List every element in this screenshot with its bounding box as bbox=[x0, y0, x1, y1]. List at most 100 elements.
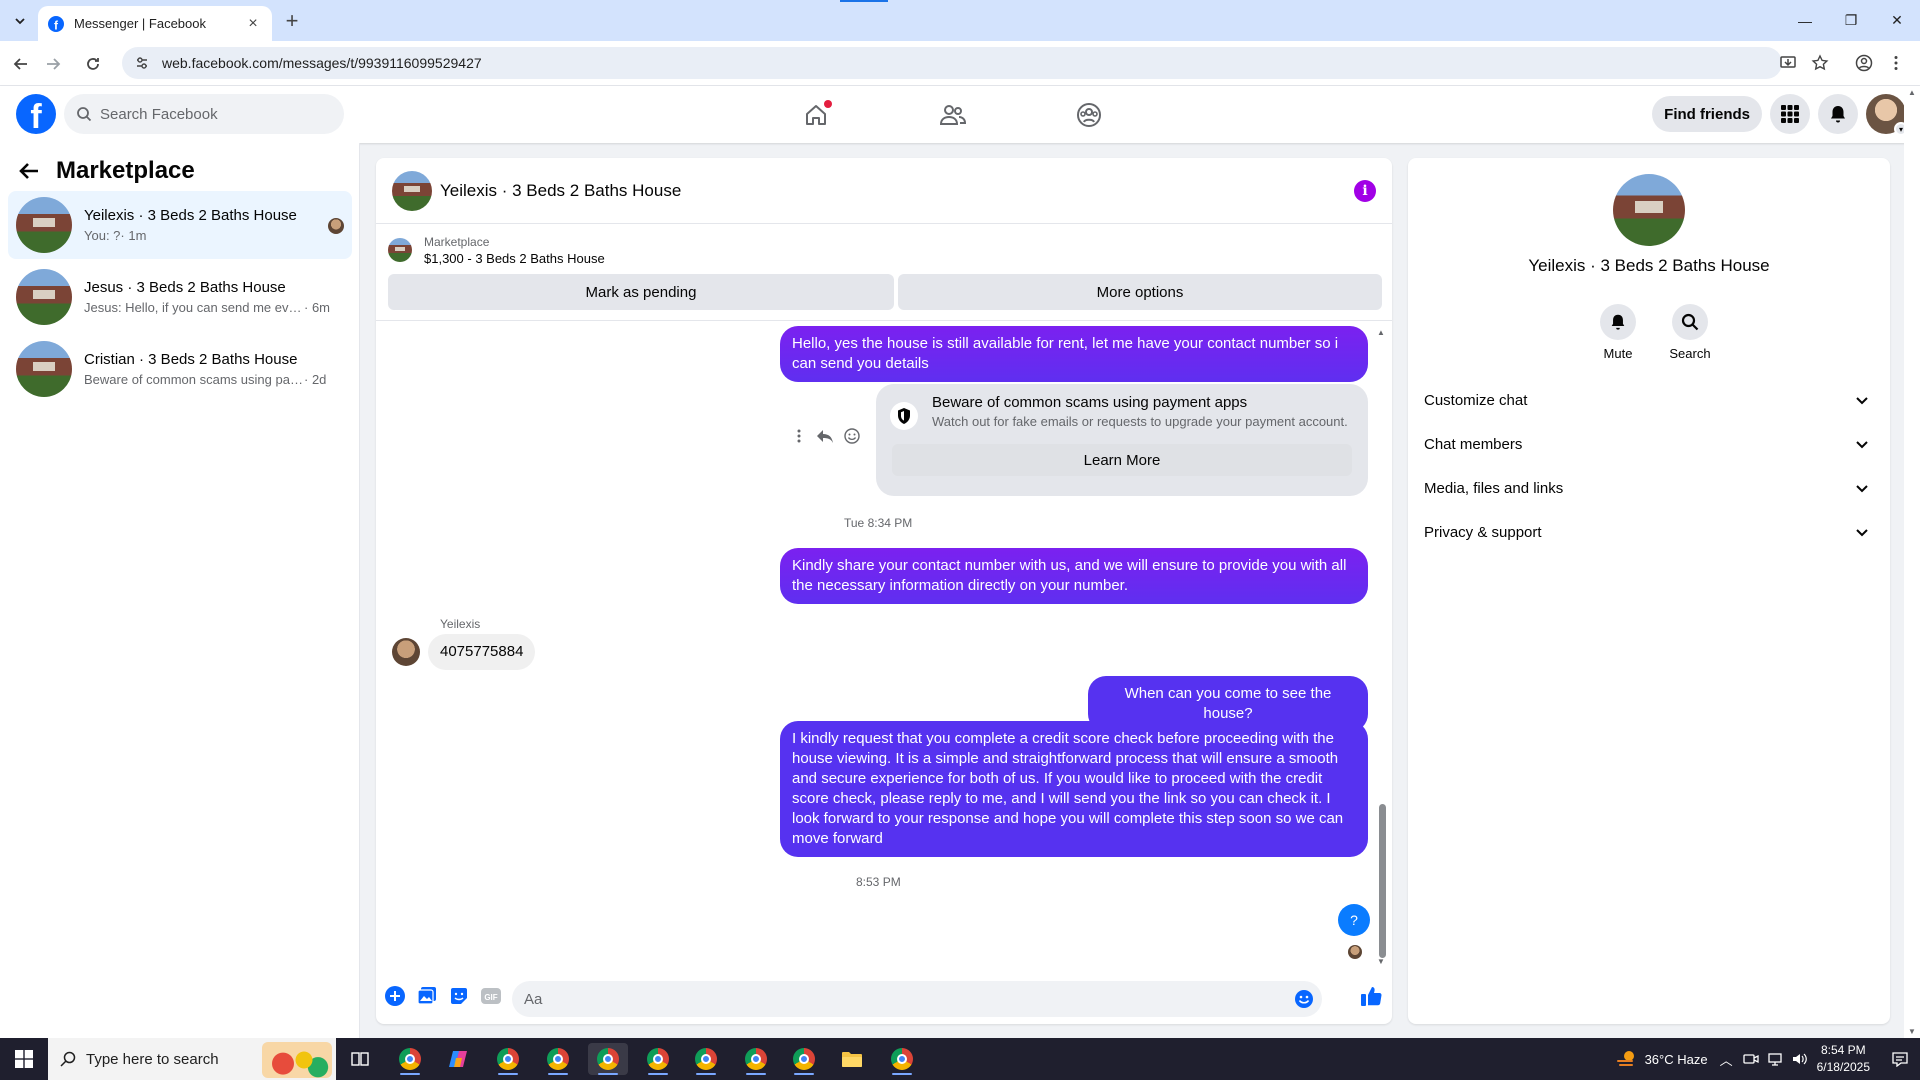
notifications-button[interactable] bbox=[1818, 94, 1858, 134]
listing-label: Marketplace bbox=[424, 234, 490, 249]
account-avatar[interactable]: ▾ bbox=[1866, 94, 1908, 136]
scroll-down-icon[interactable]: ▼ bbox=[1377, 957, 1385, 966]
facebook-header: f Find friends ▾ bbox=[0, 86, 1920, 143]
chat-panel: Yeilexis · 3 Beds 2 Baths House i Market… bbox=[376, 158, 1392, 1024]
thumbs-up-icon[interactable] bbox=[1360, 985, 1382, 1007]
chat-thumbnail[interactable] bbox=[392, 170, 432, 211]
chrome-taskbar-icon[interactable] bbox=[882, 1043, 922, 1075]
emoji-icon[interactable] bbox=[1294, 989, 1314, 1009]
accordion-chat-members[interactable]: Chat members bbox=[1416, 424, 1882, 464]
conversation-item[interactable]: Cristian · 3 Beds 2 Baths House Beware o… bbox=[8, 335, 352, 403]
copilot-icon[interactable] bbox=[438, 1043, 478, 1075]
accordion-media-files-links[interactable]: Media, files and links bbox=[1416, 468, 1882, 508]
reply-icon[interactable] bbox=[816, 428, 834, 444]
minimize-icon[interactable]: — bbox=[1782, 0, 1828, 41]
taskbar-search[interactable]: Type here to search bbox=[48, 1038, 336, 1080]
clock[interactable]: 8:54 PM 6/18/2025 bbox=[1817, 1042, 1870, 1076]
back-arrow-icon[interactable] bbox=[18, 160, 40, 182]
new-tab-button[interactable]: + bbox=[280, 8, 304, 33]
scroll-down-icon[interactable]: ▼ bbox=[1908, 1027, 1916, 1036]
scroll-up-icon[interactable]: ▲ bbox=[1377, 328, 1385, 337]
close-tab-icon[interactable]: × bbox=[244, 15, 262, 33]
outgoing-message[interactable]: Hello, yes the house is still available … bbox=[780, 326, 1368, 382]
network-icon[interactable] bbox=[1767, 1051, 1783, 1067]
facebook-search[interactable] bbox=[64, 94, 344, 134]
chat-scrollbar[interactable]: ▲ ▼ bbox=[1376, 328, 1388, 966]
incoming-message[interactable]: 4075775884 bbox=[428, 634, 536, 670]
forward-icon[interactable] bbox=[40, 51, 66, 77]
info-icon[interactable]: i bbox=[1354, 180, 1376, 202]
address-bar[interactable]: web.facebook.com/messages/t/993911609952… bbox=[122, 47, 1782, 79]
page-scrollbar[interactable]: ▲ ▼ bbox=[1904, 86, 1920, 1038]
file-explorer-icon[interactable] bbox=[832, 1043, 872, 1075]
photo-icon[interactable] bbox=[416, 985, 438, 1007]
accordion-customize-chat[interactable]: Customize chat bbox=[1416, 380, 1882, 420]
conversation-name: Cristian · 3 Beds 2 Baths House bbox=[84, 351, 298, 368]
chrome-taskbar-icon[interactable] bbox=[638, 1043, 678, 1075]
reload-icon[interactable] bbox=[80, 51, 106, 77]
conversation-item[interactable]: Jesus · 3 Beds 2 Baths House Jesus: Hell… bbox=[8, 263, 352, 331]
show-hidden-icons[interactable]: ︿ bbox=[1720, 1050, 1733, 1069]
mute-button[interactable]: Mute bbox=[1588, 304, 1648, 361]
mark-as-pending-button[interactable]: Mark as pending bbox=[388, 274, 894, 310]
conversation-preview: You: ? bbox=[84, 228, 121, 243]
chrome-taskbar-icon[interactable] bbox=[488, 1043, 528, 1075]
marketplace-listing[interactable]: Marketplace $1,300 - 3 Beds 2 Baths Hous… bbox=[386, 230, 1382, 270]
back-icon[interactable] bbox=[8, 51, 34, 77]
chrome-taskbar-icon[interactable] bbox=[736, 1043, 776, 1075]
sender-avatar[interactable] bbox=[392, 638, 420, 666]
restore-icon[interactable]: ❐ bbox=[1828, 0, 1874, 41]
menu-grid-button[interactable] bbox=[1770, 94, 1810, 134]
bookmark-star-icon[interactable] bbox=[1804, 47, 1836, 79]
profile-icon[interactable] bbox=[1848, 47, 1880, 79]
chrome-taskbar-icon[interactable] bbox=[538, 1043, 578, 1075]
scroll-up-icon[interactable]: ▲ bbox=[1908, 88, 1916, 97]
weather-text[interactable]: 36°C Haze bbox=[1645, 1052, 1708, 1067]
accordion-privacy-support[interactable]: Privacy & support bbox=[1416, 512, 1882, 552]
notification-center-icon[interactable] bbox=[1880, 1038, 1920, 1080]
browser-tab[interactable]: f Messenger | Facebook × bbox=[38, 6, 272, 41]
outgoing-message[interactable]: ? bbox=[1338, 904, 1370, 936]
more-vertical-icon[interactable] bbox=[792, 428, 806, 444]
scrollbar-thumb[interactable] bbox=[1379, 804, 1386, 958]
chrome-taskbar-icon[interactable] bbox=[784, 1043, 824, 1075]
react-smiley-icon[interactable] bbox=[844, 428, 860, 444]
info-title: Yeilexis · 3 Beds 2 Baths House bbox=[1528, 256, 1770, 275]
more-options-button[interactable]: More options bbox=[898, 274, 1382, 310]
nav-groups[interactable] bbox=[1033, 86, 1145, 143]
sender-name: Yeilexis bbox=[440, 617, 481, 631]
groups-icon bbox=[1077, 102, 1101, 127]
site-info-icon[interactable] bbox=[134, 55, 150, 71]
search-label: Search bbox=[1669, 346, 1711, 361]
learn-more-button[interactable]: Learn More bbox=[892, 444, 1352, 476]
add-icon[interactable] bbox=[384, 985, 406, 1007]
outgoing-message[interactable]: Kindly share your contact number with us… bbox=[780, 548, 1368, 604]
meet-now-icon[interactable] bbox=[1742, 1051, 1759, 1067]
chrome-taskbar-icon[interactable] bbox=[390, 1043, 430, 1075]
conversation-item[interactable]: Yeilexis · 3 Beds 2 Baths House You: ? ·… bbox=[8, 191, 352, 259]
gif-icon[interactable]: GIF bbox=[480, 985, 502, 1007]
chat-title[interactable]: Yeilexis · 3 Beds 2 Baths House bbox=[440, 181, 681, 201]
chrome-taskbar-icon[interactable] bbox=[686, 1043, 726, 1075]
listing-image[interactable] bbox=[1613, 174, 1685, 246]
close-window-icon[interactable]: ✕ bbox=[1874, 0, 1920, 41]
facebook-logo-icon[interactable]: f bbox=[16, 94, 56, 134]
find-friends-button[interactable]: Find friends bbox=[1652, 96, 1762, 132]
seen-avatar bbox=[328, 218, 344, 234]
tab-search-button[interactable] bbox=[8, 10, 32, 32]
nav-friends[interactable] bbox=[897, 86, 1009, 143]
nav-home[interactable] bbox=[760, 86, 872, 143]
task-view-icon[interactable] bbox=[340, 1043, 380, 1075]
install-app-icon[interactable] bbox=[1772, 47, 1804, 79]
sticker-icon[interactable] bbox=[448, 985, 470, 1007]
search-input[interactable] bbox=[100, 105, 320, 123]
message-input[interactable] bbox=[524, 990, 1284, 1008]
windows-start-icon[interactable] bbox=[0, 1038, 48, 1080]
browser-menu-icon[interactable] bbox=[1880, 47, 1912, 79]
outgoing-message[interactable]: I kindly request that you complete a cre… bbox=[780, 721, 1368, 857]
search-conversation-button[interactable]: Search bbox=[1660, 304, 1720, 361]
weather-icon[interactable] bbox=[1615, 1049, 1639, 1069]
chrome-taskbar-icon[interactable] bbox=[588, 1043, 628, 1075]
conversation-name: Jesus · 3 Beds 2 Baths House bbox=[84, 279, 286, 296]
volume-icon[interactable] bbox=[1791, 1051, 1807, 1067]
